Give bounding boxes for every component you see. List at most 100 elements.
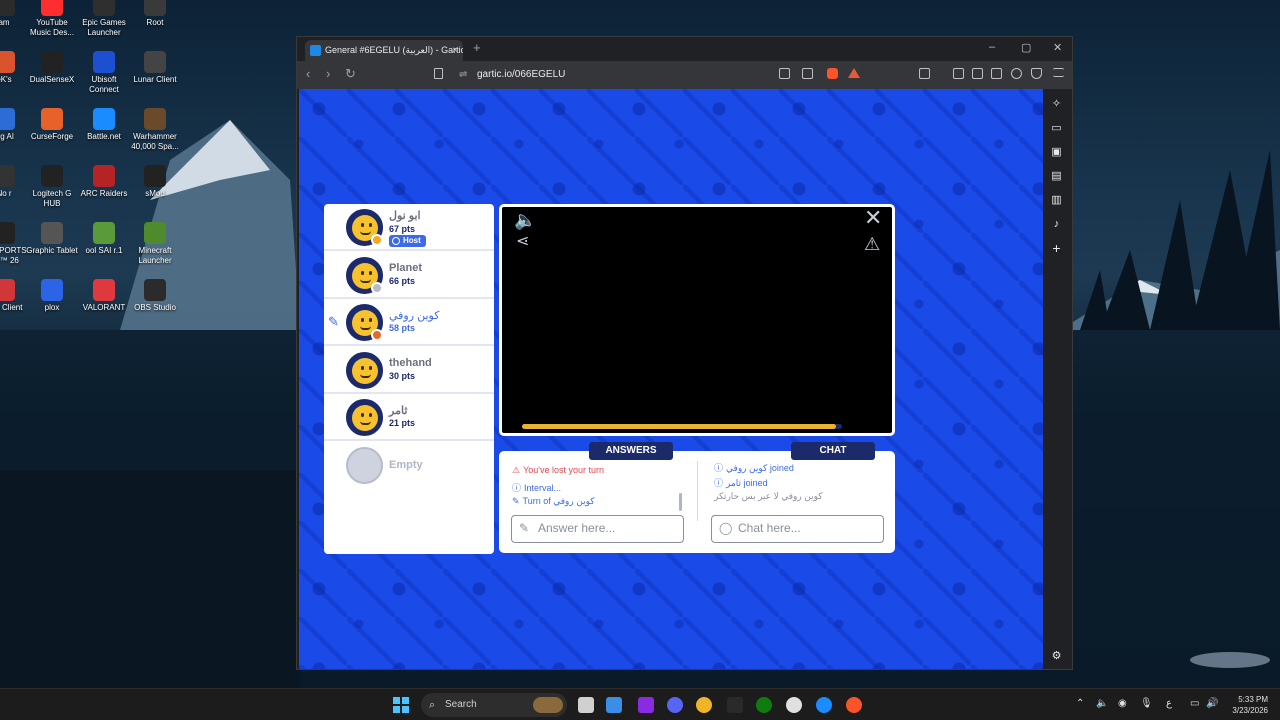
music-sidebar-icon[interactable]: ♪ xyxy=(1051,219,1062,230)
desktop-icon[interactable]: Root xyxy=(129,0,181,28)
player-row[interactable]: ✎ كوين روفي 58 pts xyxy=(324,299,494,346)
desktop-icon[interactable]: YouTube Music Des... xyxy=(26,0,78,38)
drawing-canvas[interactable]: 🔈 ⋖ ✕ ⚠ xyxy=(499,204,895,436)
leo-sidebar-icon[interactable]: ✧ xyxy=(1051,99,1062,110)
answer-input[interactable]: ✎ Answer here... xyxy=(511,515,684,543)
desktop-icon[interactable]: Warhammer 40,000 Spa... xyxy=(129,108,181,152)
menu-icon[interactable] xyxy=(1053,68,1064,77)
clock-date: 3/23/2026 xyxy=(1232,706,1268,715)
minimize-button[interactable]: – xyxy=(989,41,995,53)
screenshot-icon[interactable] xyxy=(919,68,930,79)
show-hidden-icons[interactable]: ⌃ xyxy=(1076,698,1084,709)
emoji-app-icon[interactable] xyxy=(696,697,712,713)
player-points: 21 pts xyxy=(389,418,416,428)
wallet-sidebar-icon[interactable]: ▣ xyxy=(1051,147,1062,158)
answers-chat-panel: ⚠ You've lost your turn ⓘ Interval... ✎ Turn … xyxy=(499,451,895,553)
taskbar: ⌕ Search ⌃ 🔈 ◉ 🎙 ع ▭ 🔊 5:33 PM 3/23/2026 xyxy=(0,688,1280,720)
answers-tab[interactable]: ANSWERS xyxy=(589,442,673,460)
app-icon xyxy=(93,108,115,130)
clock-time: 5:33 PM xyxy=(1238,695,1268,704)
player-name: ابو نول xyxy=(389,210,421,222)
bookmarks-icon[interactable]: ▤ xyxy=(1051,171,1062,182)
task-view-icon[interactable] xyxy=(578,697,594,713)
avatar xyxy=(346,399,383,436)
app-icon xyxy=(93,222,115,244)
brave-browser-icon[interactable] xyxy=(846,697,862,713)
player-name: كوين روفي xyxy=(389,310,440,322)
desktop-icon[interactable]: Lunar Client xyxy=(129,51,181,85)
language-indicator[interactable]: ع xyxy=(1166,698,1172,709)
network-icon[interactable]: ▭ xyxy=(1190,698,1199,709)
browser-window: General #6EGELU (العربية) - Gartic × + –… xyxy=(296,36,1073,670)
share-icon[interactable]: ⋖ xyxy=(516,233,529,251)
settings-gear-icon[interactable]: ⚙ xyxy=(1051,651,1062,662)
desktop-icon[interactable]: Epic Games Launcher xyxy=(78,0,130,38)
chat-input[interactable]: ◯ Chat here... xyxy=(711,515,884,543)
browser-tab[interactable]: General #6EGELU (العربية) - Gartic × xyxy=(305,40,463,61)
desktop-icon-label: plox xyxy=(44,303,60,312)
desktop-icon[interactable]: Graphic Tablet xyxy=(26,222,78,256)
chat-tab[interactable]: CHAT xyxy=(791,442,875,460)
close-icon[interactable]: ✕ xyxy=(864,207,882,229)
message-icon: ⓘ xyxy=(714,463,724,473)
sound-icon[interactable]: 🔈 xyxy=(514,211,536,229)
desktop-icon-label: OBS Studio xyxy=(134,303,176,312)
microsoft-store-icon[interactable] xyxy=(606,697,622,713)
brave-shields-icon[interactable] xyxy=(827,68,838,79)
reload-button[interactable]: ↻ xyxy=(345,66,356,82)
xbox-icon[interactable] xyxy=(756,697,772,713)
desktop-icon[interactable]: CurseForge xyxy=(26,108,78,142)
sidebar-toggle-icon[interactable] xyxy=(972,68,983,79)
player-row[interactable]: thehand 30 pts xyxy=(324,347,494,394)
microphone-icon[interactable]: 🎙 xyxy=(1140,698,1153,709)
url-text: gartic.io/066EGELU xyxy=(477,69,566,80)
report-warning-icon[interactable]: ⚠ xyxy=(864,235,880,253)
reading-list-icon[interactable]: ▥ xyxy=(1051,195,1062,206)
desktop-icon[interactable]: plox xyxy=(26,279,78,313)
taskbar-search[interactable]: ⌕ Search xyxy=(421,693,567,717)
desktop-icon[interactable]: Logitech G HUB xyxy=(26,165,78,209)
forward-button[interactable]: › xyxy=(326,66,330,81)
music-icon[interactable] xyxy=(953,68,964,79)
desktop-icon[interactable]: OBS Studio xyxy=(129,279,181,313)
new-tab-button[interactable]: + xyxy=(473,40,481,55)
wallet-icon[interactable] xyxy=(991,68,1002,79)
maximize-button[interactable]: ▢ xyxy=(1021,41,1031,54)
desktop-icon[interactable]: ool SAI r.1 xyxy=(78,222,130,256)
add-panel-icon[interactable]: + xyxy=(1051,241,1062,255)
system-clock[interactable]: 5:33 PM 3/23/2026 xyxy=(1226,694,1268,716)
desktop-icon[interactable]: DualSenseX xyxy=(26,51,78,85)
desktop-icon-label: Root xyxy=(146,18,164,27)
flash-app-icon[interactable] xyxy=(727,697,743,713)
twitch-icon[interactable] xyxy=(638,697,654,713)
steam-icon[interactable] xyxy=(786,697,802,713)
site-info-icon[interactable]: ⇌ xyxy=(459,65,467,85)
desktop-icon[interactable]: sMod xyxy=(129,165,181,199)
discord-icon[interactable] xyxy=(667,697,683,713)
desktop-icon[interactable]: Battle.net xyxy=(78,108,130,142)
player-row[interactable]: ابو نول 67 pts Host xyxy=(324,204,494,251)
message-text: You've lost your turn xyxy=(523,465,605,475)
speaker-tray-icon[interactable]: 🔈 xyxy=(1096,698,1108,709)
brave-rewards-icon[interactable] xyxy=(848,68,860,78)
back-button[interactable]: ‹ xyxy=(306,66,310,81)
windows-start-icon[interactable] xyxy=(393,697,409,713)
video-icon[interactable]: ▭ xyxy=(1051,123,1062,134)
player-row[interactable]: ثامر 21 pts xyxy=(324,394,494,441)
share-icon[interactable] xyxy=(802,68,813,79)
player-row[interactable]: Planet 66 pts xyxy=(324,252,494,299)
tray-app-icon[interactable]: ◉ xyxy=(1118,698,1127,709)
battlenet-icon[interactable] xyxy=(816,697,832,713)
desktop-icon[interactable]: Ubisoft Connect xyxy=(78,51,130,95)
desktop-icon[interactable]: Minecraft Launcher xyxy=(129,222,181,266)
cast-icon[interactable] xyxy=(779,68,790,79)
leo-ai-icon[interactable] xyxy=(1011,68,1022,79)
answers-scrollbar[interactable] xyxy=(679,493,682,511)
tab-close-icon[interactable]: × xyxy=(452,40,458,61)
vpn-shield-icon[interactable] xyxy=(1031,68,1042,79)
volume-icon[interactable]: 🔊 xyxy=(1206,698,1218,709)
desktop-icon[interactable]: ARC Raiders xyxy=(78,165,130,199)
desktop-icon[interactable]: VALORANT xyxy=(78,279,130,313)
close-window-button[interactable]: ✕ xyxy=(1053,41,1062,54)
bookmark-icon[interactable] xyxy=(434,68,443,79)
